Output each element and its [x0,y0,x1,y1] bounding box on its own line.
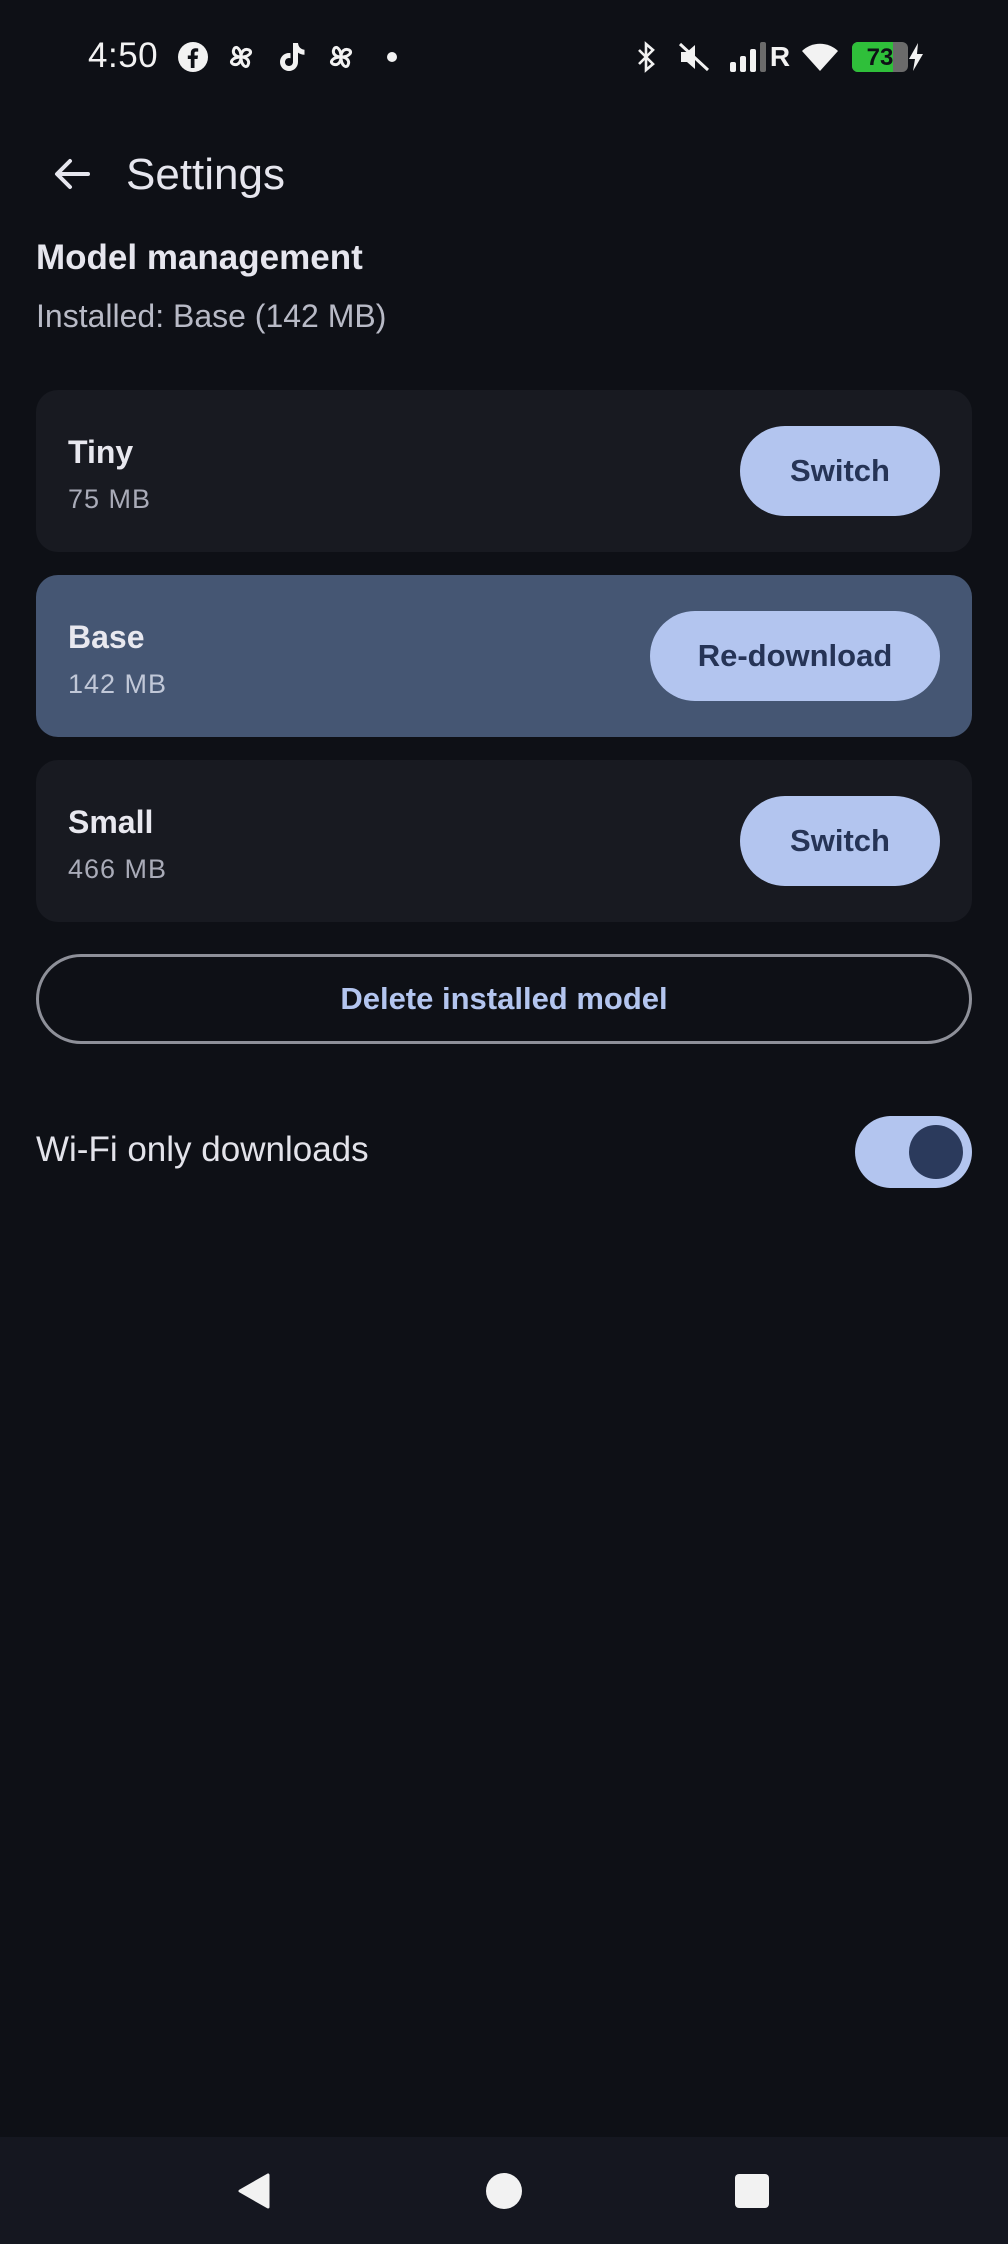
re-download-base-button[interactable]: Re-download [650,611,940,701]
status-bar: 4:50 R 73 [0,0,1008,116]
model-name: Small [68,804,154,840]
nav-recents-button[interactable] [692,2137,812,2244]
facebook-icon [176,40,210,74]
tiktok-icon [274,40,308,74]
model-card-base: Base 142 MB Re-download [36,575,972,737]
model-name: Tiny [68,434,134,470]
circle-home-icon [486,2172,522,2209]
model-size: 466 MB [68,854,168,884]
toggle-knob [909,1125,963,1179]
pinwheel-icon [224,40,258,74]
back-button[interactable] [40,142,104,206]
arrow-left-icon [55,159,90,189]
triangle-back-icon [238,2173,270,2208]
wifi-icon [800,40,840,74]
model-name: Base [68,619,145,655]
navigation-bar [0,2137,1008,2244]
signal-icon [728,40,768,74]
pinwheel-icon [324,40,358,74]
charging-icon [906,40,926,74]
delete-installed-model-button[interactable]: Delete installed model [36,954,972,1044]
model-size: 75 MB [68,484,152,514]
wifi-only-toggle[interactable] [855,1116,972,1188]
settings-screen: 4:50 R 73 Settings Model management Inst… [0,0,1008,2244]
bluetooth-icon [632,40,662,74]
battery-level: 73 [866,44,894,71]
wifi-only-label: Wi-Fi only downloads [36,1130,369,1169]
installed-model-status: Installed: Base (142 MB) [36,298,387,334]
switch-tiny-button[interactable]: Switch [740,426,940,516]
model-card-small: Small 466 MB Switch [36,760,972,922]
switch-small-button[interactable]: Switch [740,796,940,886]
dot-icon [382,40,402,74]
page-title: Settings [126,150,285,199]
roaming-icon: R [769,41,791,72]
model-size: 142 MB [68,669,168,699]
model-card-tiny: Tiny 75 MB Switch [36,390,972,552]
mute-icon [676,40,712,74]
battery-icon: 73 [852,42,908,72]
section-title-model-management: Model management [36,238,363,277]
nav-home-button[interactable] [444,2137,564,2244]
status-time: 4:50 [88,36,159,75]
square-recents-icon [735,2173,769,2208]
nav-back-button[interactable] [194,2137,314,2244]
